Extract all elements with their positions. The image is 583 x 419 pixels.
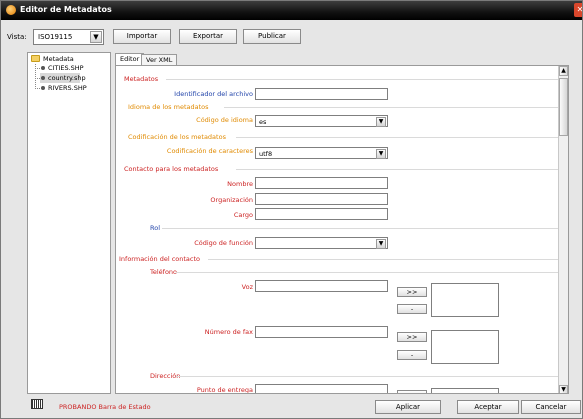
chevron-down-icon[interactable]: ▼ [376, 239, 386, 249]
label-codificacion: Codificación de caracteres [166, 147, 253, 155]
codigo-funcion-select[interactable]: ▼ [255, 237, 388, 249]
idioma-select[interactable]: es ▼ [255, 115, 388, 127]
status-barcode-icon [31, 399, 43, 409]
label-identificador: Identificador del archivo [174, 90, 253, 98]
direccion-add-button[interactable] [397, 390, 427, 393]
aplicar-button[interactable]: Aplicar [375, 400, 441, 414]
scroll-up-icon[interactable]: ▲ [559, 66, 568, 76]
tree-item-label: CITIES.SHP [48, 64, 84, 72]
layer-bullet-icon [41, 66, 45, 70]
vista-label: Vista: [7, 33, 27, 41]
chevron-down-icon[interactable]: ▼ [376, 117, 386, 127]
scrollbar-thumb[interactable] [559, 78, 568, 136]
section-telefono: Teléfono [150, 268, 178, 276]
tree-item-label: country.shp [48, 74, 86, 82]
section-rol: Rol [150, 224, 161, 232]
section-metadatos: Metadatos [124, 75, 159, 83]
folder-icon [31, 55, 40, 62]
fax-remove-button[interactable]: - [397, 350, 427, 360]
fax-list[interactable] [431, 330, 499, 364]
idioma-select-value: es [259, 118, 267, 126]
codificacion-select[interactable]: utf8 ▼ [255, 147, 388, 159]
direccion-list[interactable] [431, 388, 499, 393]
tab-editor[interactable]: Editor [115, 53, 145, 65]
cargo-input[interactable] [255, 208, 388, 220]
aceptar-button[interactable]: Aceptar [457, 400, 519, 414]
layer-bullet-icon [41, 76, 45, 80]
vertical-scrollbar[interactable]: ▲ ▼ [558, 66, 568, 393]
separator [236, 137, 558, 138]
voz-remove-button[interactable]: - [397, 304, 427, 314]
tree-branch [35, 88, 40, 89]
status-text: PROBANDO Barra de Estado [59, 403, 151, 411]
separator [224, 107, 558, 108]
layer-tree: Metadata CITIES.SHP country.shp RIVERS.S… [27, 52, 111, 394]
editor-form: Metadatos Identificador del archivo Idio… [116, 66, 568, 394]
importar-button[interactable]: Importar [113, 29, 171, 44]
tree-branch [35, 68, 40, 69]
window-title: Editor de Metadatos [20, 5, 112, 14]
codificacion-select-value: utf8 [259, 150, 273, 158]
voz-list[interactable] [431, 283, 499, 317]
label-codigo-funcion: Código de función [194, 239, 253, 247]
section-contacto: Contacto para los metadatos [124, 165, 219, 173]
close-icon[interactable]: ✕ [574, 3, 582, 17]
vista-select-value: ISO19115 [38, 33, 73, 41]
separator [162, 228, 558, 229]
label-nombre: Nombre [227, 180, 253, 188]
fax-add-button[interactable]: >> [397, 332, 427, 342]
section-codificacion: Codificación de los metadatos [128, 133, 226, 141]
tree-root[interactable]: Metadata [28, 54, 110, 64]
label-fax: Número de fax [204, 328, 253, 336]
fax-input[interactable] [255, 326, 388, 338]
punto-entrega-input[interactable] [255, 384, 388, 393]
tree-item-country[interactable]: country.shp [40, 73, 86, 83]
cancelar-button[interactable]: Cancelar [521, 400, 581, 414]
tree-root-label: Metadata [43, 55, 74, 63]
nombre-input[interactable] [255, 177, 388, 189]
label-organizacion: Organización [210, 196, 253, 204]
app-icon [6, 5, 16, 15]
label-cargo: Cargo [233, 211, 253, 219]
label-punto-entrega: Punto de entrega [196, 386, 253, 394]
title-bar: Editor de Metadatos ✕ [1, 1, 582, 20]
label-idioma: Código de idioma [196, 116, 253, 124]
separator [166, 79, 558, 80]
separator [208, 259, 558, 260]
separator [236, 169, 558, 170]
exportar-button[interactable]: Exportar [179, 29, 237, 44]
identificador-input[interactable] [255, 88, 388, 100]
label-voz: Voz [241, 283, 253, 291]
separator [176, 272, 558, 273]
editor-pane: Metadatos Identificador del archivo Idio… [115, 65, 569, 394]
layer-bullet-icon [41, 86, 45, 90]
chevron-down-icon[interactable]: ▼ [376, 149, 386, 159]
scroll-down-icon[interactable]: ▼ [559, 385, 568, 393]
tab-ver-xml[interactable]: Ver XML [141, 54, 178, 65]
tree-item-label: RIVERS.SHP [48, 84, 87, 92]
organizacion-input[interactable] [255, 193, 388, 205]
publicar-button[interactable]: Publicar [243, 29, 301, 44]
chevron-down-icon[interactable]: ▼ [90, 31, 102, 43]
metadata-editor-window: Editor de Metadatos ✕ Vista: ISO19115 ▼ … [0, 0, 583, 419]
section-info-contacto: Información del contacto [119, 255, 201, 263]
voz-input[interactable] [255, 280, 388, 292]
section-idioma: Idioma de los metadatos [128, 103, 209, 111]
vista-select[interactable]: ISO19115 ▼ [33, 29, 104, 45]
voz-add-button[interactable]: >> [397, 287, 427, 297]
separator [176, 376, 558, 377]
